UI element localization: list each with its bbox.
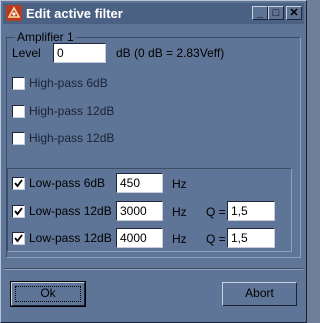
lowpass-6db-label: Low-pass 6dB	[29, 176, 106, 190]
edit-filter-window: Edit active filter _ □ ✕ Amplifier 1 Lev…	[0, 0, 307, 323]
lowpass-12db-freq-input-1[interactable]: 3000	[116, 201, 163, 221]
focus-rect	[15, 286, 81, 302]
level-label: Level	[12, 46, 41, 60]
check-icon	[14, 234, 23, 243]
highpass-6db-label: High-pass 6dB	[29, 76, 108, 90]
lowpass-12db-unit-1: Hz	[172, 205, 187, 219]
lowpass-12db-label-1: Low-pass 12dB	[29, 204, 112, 218]
highpass-12db-label-1: High-pass 12dB	[29, 104, 115, 118]
abort-button-label: Abort	[245, 286, 274, 300]
lowpass-12db-freq-input-2[interactable]: 4000	[116, 228, 163, 248]
lowpass-6db-checkbox[interactable]	[12, 177, 25, 190]
group-legend: Amplifier 1	[15, 30, 76, 44]
lowpass-12db-q-input-2[interactable]: 1,5	[227, 228, 275, 248]
highpass-12db-checkbox-1[interactable]	[12, 105, 25, 118]
maximize-button[interactable]: □	[268, 6, 284, 20]
highpass-6db-checkbox[interactable]	[12, 77, 25, 90]
lowpass-12db-unit-2: Hz	[172, 232, 187, 246]
level-unit: dB (0 dB = 2.83Veff)	[116, 46, 225, 60]
minimize-button[interactable]: _	[252, 6, 268, 20]
highpass-12db-checkbox-2[interactable]	[12, 132, 25, 145]
close-button[interactable]: ✕	[286, 6, 302, 20]
lowpass-12db-label-2: Low-pass 12dB	[29, 231, 112, 245]
check-icon	[14, 179, 23, 188]
window-title: Edit active filter	[26, 6, 123, 21]
abort-button[interactable]: Abort	[222, 282, 297, 306]
level-input[interactable]: 0	[53, 43, 106, 63]
ok-button[interactable]: Ok	[10, 281, 86, 307]
app-icon	[6, 5, 22, 21]
lowpass-12db-q-label-1: Q =	[206, 205, 226, 219]
highpass-12db-label-2: High-pass 12dB	[29, 131, 115, 145]
footer-divider	[4, 268, 303, 270]
lowpass-6db-freq-input[interactable]: 450	[116, 173, 163, 193]
lowpass-12db-checkbox-1[interactable]	[12, 205, 25, 218]
check-icon	[14, 207, 23, 216]
lowpass-6db-unit: Hz	[172, 177, 187, 191]
title-bar[interactable]: Edit active filter _ □ ✕	[3, 3, 304, 24]
lowpass-12db-q-input-1[interactable]: 1,5	[227, 201, 275, 221]
lowpass-12db-q-label-2: Q =	[206, 232, 226, 246]
lowpass-12db-checkbox-2[interactable]	[12, 232, 25, 245]
